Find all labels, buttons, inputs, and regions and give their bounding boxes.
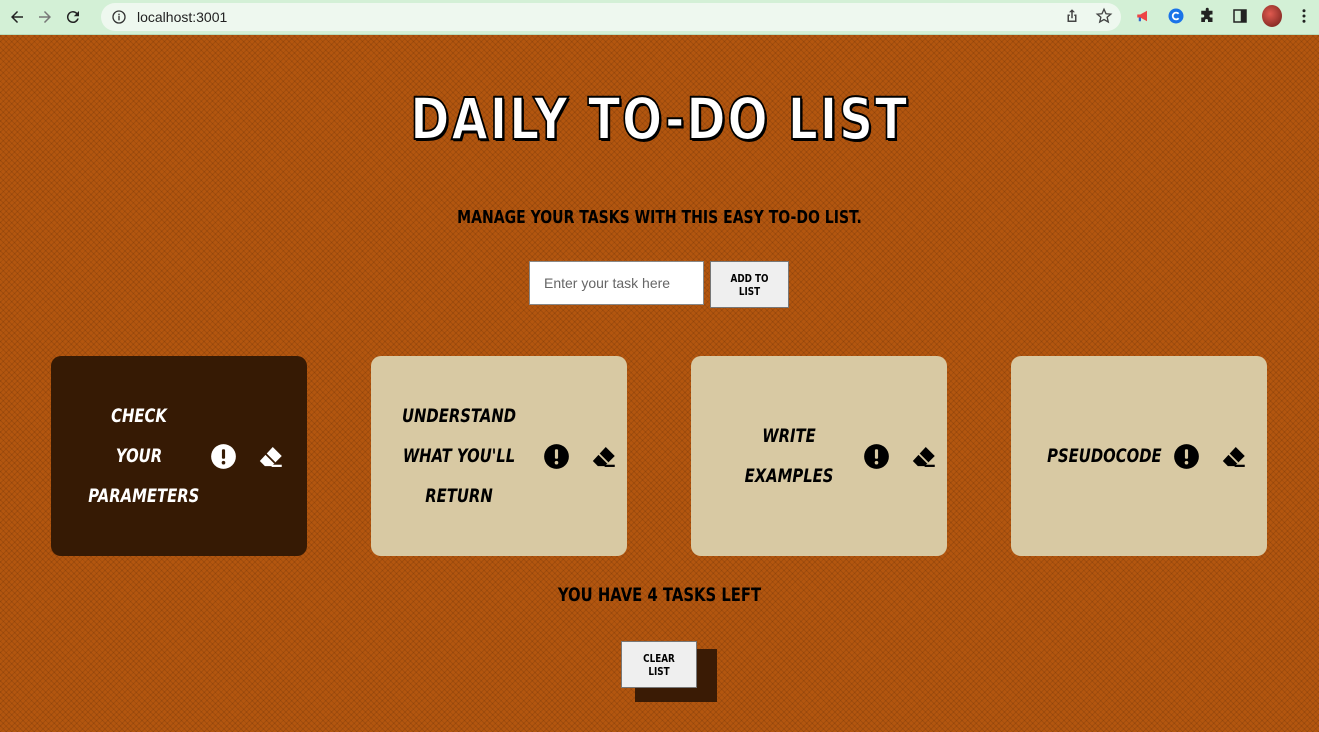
forward-icon[interactable] xyxy=(34,6,56,28)
eraser-icon[interactable] xyxy=(1220,443,1247,470)
info-icon[interactable] xyxy=(111,9,127,25)
megaphone-extension-icon[interactable] xyxy=(1134,6,1154,26)
page-content: DAILY TO-DO LIST MANAGE YOUR TASKS WITH … xyxy=(0,35,1319,732)
page-subtitle: MANAGE YOUR TASKS WITH THIS EASY TO-DO L… xyxy=(457,207,862,228)
side-panel-icon[interactable] xyxy=(1230,6,1250,26)
reload-icon[interactable] xyxy=(62,6,84,28)
exclamation-circle-icon[interactable] xyxy=(1173,443,1200,470)
share-icon[interactable] xyxy=(1063,7,1081,25)
task-card[interactable]: UNDERSTAND WHAT YOU'LL RETURN xyxy=(371,356,627,556)
task-text: CHECK YOUR PARAMETERS xyxy=(88,405,200,507)
url-text: localhost:3001 xyxy=(137,9,228,25)
exclamation-circle-icon[interactable] xyxy=(210,443,237,470)
eraser-icon[interactable] xyxy=(910,443,937,470)
profile-avatar[interactable] xyxy=(1262,5,1282,27)
task-text: UNDERSTAND WHAT YOU'LL RETURN xyxy=(401,405,517,507)
add-to-list-button[interactable]: ADD TO LIST xyxy=(710,261,789,308)
extensions-puzzle-icon[interactable] xyxy=(1198,6,1218,26)
back-icon[interactable] xyxy=(6,6,28,28)
clear-list-label: CLEAR LIST xyxy=(643,651,675,678)
tasks-left-counter: YOU HAVE 4 TASKS LEFT xyxy=(557,584,762,606)
menu-kebab-icon[interactable] xyxy=(1294,6,1314,26)
eraser-icon[interactable] xyxy=(590,443,617,470)
eraser-icon[interactable] xyxy=(257,443,284,470)
address-bar[interactable]: localhost:3001 xyxy=(101,3,1121,31)
page-title: DAILY TO-DO LIST xyxy=(409,84,909,154)
bookmark-star-icon[interactable] xyxy=(1095,7,1113,25)
task-text: WRITE EXAMPLES xyxy=(744,425,834,487)
task-card[interactable]: CHECK YOUR PARAMETERS xyxy=(51,356,307,556)
c-extension-icon[interactable] xyxy=(1166,6,1186,26)
task-text: PSEUDOCODE xyxy=(1046,445,1162,467)
exclamation-circle-icon[interactable] xyxy=(543,443,570,470)
task-card[interactable]: WRITE EXAMPLES xyxy=(691,356,947,556)
exclamation-circle-icon[interactable] xyxy=(863,443,890,470)
task-input[interactable] xyxy=(529,261,704,305)
clear-list-button[interactable]: CLEAR LIST xyxy=(621,641,697,688)
add-to-list-label: ADD TO LIST xyxy=(730,271,769,298)
task-card[interactable]: PSEUDOCODE xyxy=(1011,356,1267,556)
browser-toolbar: localhost:3001 xyxy=(0,0,1319,35)
